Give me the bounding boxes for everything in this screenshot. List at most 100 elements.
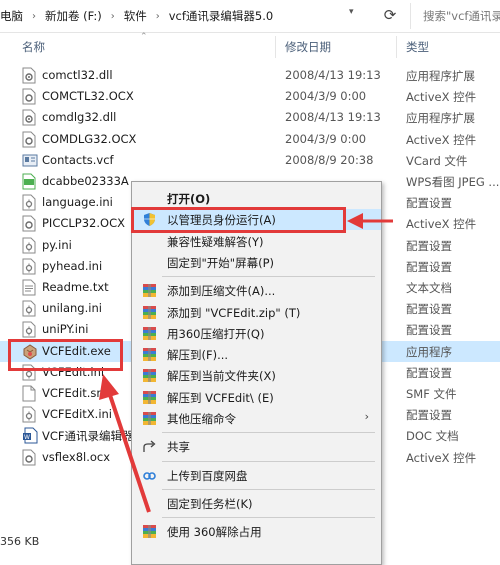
file-icon bbox=[22, 385, 36, 402]
menu-item-label: 兼容性疑难解答(Y) bbox=[167, 234, 264, 249]
ini-icon bbox=[22, 237, 36, 254]
menu-item-label: 用360压缩打开(Q) bbox=[167, 326, 265, 341]
file-type: ActiveX 控件 bbox=[406, 450, 477, 465]
file-name: dcabbe02333A bbox=[42, 174, 129, 188]
ocx-icon bbox=[22, 88, 36, 105]
context-menu-item[interactable]: 解压到 VCFEdit\ (E) bbox=[132, 387, 381, 408]
file-name: unilang.ini bbox=[42, 301, 102, 316]
context-menu-item[interactable]: 兼容性疑难解答(Y) bbox=[132, 231, 381, 252]
archive-icon bbox=[142, 347, 157, 362]
dll-icon bbox=[22, 67, 36, 84]
context-menu-item[interactable]: 固定到"开始"屏幕(P) bbox=[132, 252, 381, 273]
archive-icon bbox=[142, 524, 157, 539]
file-row[interactable]: comdlg32.dll 2008/4/13 19:13 应用程序扩展 bbox=[0, 107, 500, 128]
menu-item-label: 共享 bbox=[167, 440, 190, 455]
file-date: 2008/4/13 19:13 bbox=[285, 110, 381, 125]
file-name: pyhead.ini bbox=[42, 258, 103, 273]
file-date: 2008/4/13 19:13 bbox=[285, 68, 381, 82]
file-row[interactable]: comctl32.dll 2008/4/13 19:13 应用程序扩展 bbox=[0, 65, 500, 86]
column-header-date[interactable]: 修改日期 bbox=[285, 32, 331, 62]
context-menu: 打开(O) 以管理员身份运行(A) 兼容性疑难解答(Y) 固定到"开始"屏幕(P) 添加… bbox=[131, 181, 382, 565]
breadcrumb-item[interactable]: vcf通讯录编辑器5.0 bbox=[169, 8, 273, 24]
refresh-icon[interactable]: ⟳ bbox=[380, 5, 400, 25]
file-row[interactable]: Contacts.vcf 2008/8/9 20:38 VCard 文件 bbox=[0, 150, 500, 171]
file-type: DOC 文档 bbox=[406, 429, 459, 444]
file-name: COMCTL32.OCX bbox=[42, 89, 134, 104]
menu-separator bbox=[162, 432, 375, 434]
file-name: comctl32.dll bbox=[42, 68, 113, 82]
context-menu-item[interactable]: 用360压缩打开(Q) bbox=[132, 323, 381, 344]
file-type: 配置设置 bbox=[406, 196, 452, 211]
dll-icon bbox=[22, 109, 36, 126]
file-type: VCard 文件 bbox=[406, 153, 468, 168]
menu-item-label: 使用 360解除占用 bbox=[167, 525, 262, 540]
vcard-icon bbox=[22, 152, 38, 169]
menu-item-label: 固定到"开始"屏幕(P) bbox=[167, 255, 274, 270]
context-menu-item[interactable]: 添加到压缩文件(A)... bbox=[132, 280, 381, 301]
column-header-type[interactable]: 类型 bbox=[406, 32, 429, 62]
file-type: 应用程序扩展 bbox=[406, 111, 475, 126]
ocx-icon bbox=[22, 131, 36, 148]
archive-icon bbox=[142, 283, 157, 298]
breadcrumb-item[interactable]: 电脑 bbox=[0, 8, 23, 24]
address-bar: 电脑 › 新加卷 (F:) › 软件 › vcf通讯录编辑器5.0 ▾ ⟳ 搜索… bbox=[0, 0, 500, 33]
file-type: 文本文档 bbox=[406, 281, 452, 295]
file-row[interactable]: COMCTL32.OCX 2004/3/9 0:00 ActiveX 控件 bbox=[0, 86, 500, 107]
file-name: py.ini bbox=[42, 237, 72, 252]
breadcrumb[interactable]: 电脑 › 新加卷 (F:) › 软件 › vcf通讯录编辑器5.0 bbox=[0, 7, 273, 25]
file-row[interactable]: COMDLG32.OCX 2004/3/9 0:00 ActiveX 控件 bbox=[0, 129, 500, 150]
menu-item-label: 上传到百度网盘 bbox=[167, 468, 248, 483]
jpeg-icon bbox=[22, 173, 36, 190]
menu-item-label: 固定到任务栏(K) bbox=[167, 496, 253, 511]
file-name: PICCLP32.OCX bbox=[42, 216, 125, 231]
chevron-right-icon: › bbox=[32, 10, 36, 22]
context-menu-item[interactable]: 添加到 "VCFEdit.zip" (T) bbox=[132, 302, 381, 323]
breadcrumb-item[interactable]: 新加卷 (F:) bbox=[45, 8, 102, 24]
file-type: ActiveX 控件 bbox=[406, 217, 477, 232]
menu-item-label: 添加到压缩文件(A)... bbox=[167, 284, 276, 299]
file-type: 配置设置 bbox=[406, 365, 452, 380]
search-input[interactable]: 搜索"vcf通讯录... bbox=[410, 3, 500, 29]
ini-icon bbox=[22, 194, 36, 211]
file-type: ActiveX 控件 bbox=[406, 132, 477, 147]
address-dropdown-icon[interactable]: ▾ bbox=[349, 7, 354, 17]
context-menu-item[interactable]: 打开(O) bbox=[132, 188, 381, 209]
sort-ascending-icon: ⌃ bbox=[140, 32, 148, 42]
doc-icon: W bbox=[22, 427, 38, 444]
context-menu-item[interactable]: 共享 bbox=[132, 436, 381, 457]
context-menu-item[interactable]: 解压到(F)... bbox=[132, 344, 381, 365]
annotation-box-run-as-admin bbox=[131, 207, 346, 233]
context-menu-item[interactable]: 上传到百度网盘 bbox=[132, 465, 381, 486]
chevron-right-icon: › bbox=[155, 10, 160, 22]
context-menu-item[interactable]: 固定到任务栏(K) bbox=[132, 493, 381, 514]
file-name: language.ini bbox=[42, 195, 113, 210]
file-name: Readme.txt bbox=[42, 280, 109, 294]
ocx-icon bbox=[22, 449, 36, 466]
txt-icon bbox=[22, 279, 36, 296]
annotation-box-exe bbox=[8, 339, 123, 371]
menu-item-label: 其他压缩命令 bbox=[167, 412, 236, 426]
file-type: ActiveX 控件 bbox=[406, 90, 477, 105]
annotation-arrow-icon bbox=[347, 213, 393, 229]
context-menu-item[interactable]: 使用 360解除占用 bbox=[132, 521, 381, 542]
context-menu-item[interactable]: 解压到当前文件夹(X) bbox=[132, 365, 381, 386]
annotation-arrow-icon bbox=[99, 374, 151, 513]
file-type: 应用程序扩展 bbox=[406, 69, 475, 83]
ini-icon bbox=[22, 321, 36, 338]
menu-item-label: 打开(O) bbox=[167, 192, 211, 206]
status-bar: 356 KB bbox=[0, 531, 39, 553]
submenu-arrow-icon: › bbox=[364, 410, 369, 423]
menu-separator bbox=[162, 517, 375, 519]
file-date: 2004/3/9 0:00 bbox=[285, 89, 367, 104]
file-name: Contacts.vcf bbox=[42, 152, 114, 167]
svg-text:W: W bbox=[24, 434, 30, 441]
menu-separator bbox=[162, 488, 375, 490]
menu-item-label: 解压到当前文件夹(X) bbox=[167, 369, 276, 384]
column-header-name[interactable]: 名称 bbox=[22, 32, 45, 62]
breadcrumb-item[interactable]: 软件 bbox=[124, 8, 147, 24]
column-divider[interactable] bbox=[275, 36, 276, 58]
column-divider[interactable] bbox=[396, 36, 397, 58]
file-name: uniPY.ini bbox=[42, 322, 89, 337]
file-name: comdlg32.dll bbox=[42, 110, 117, 125]
context-menu-item[interactable]: 其他压缩命令 › bbox=[132, 408, 381, 429]
